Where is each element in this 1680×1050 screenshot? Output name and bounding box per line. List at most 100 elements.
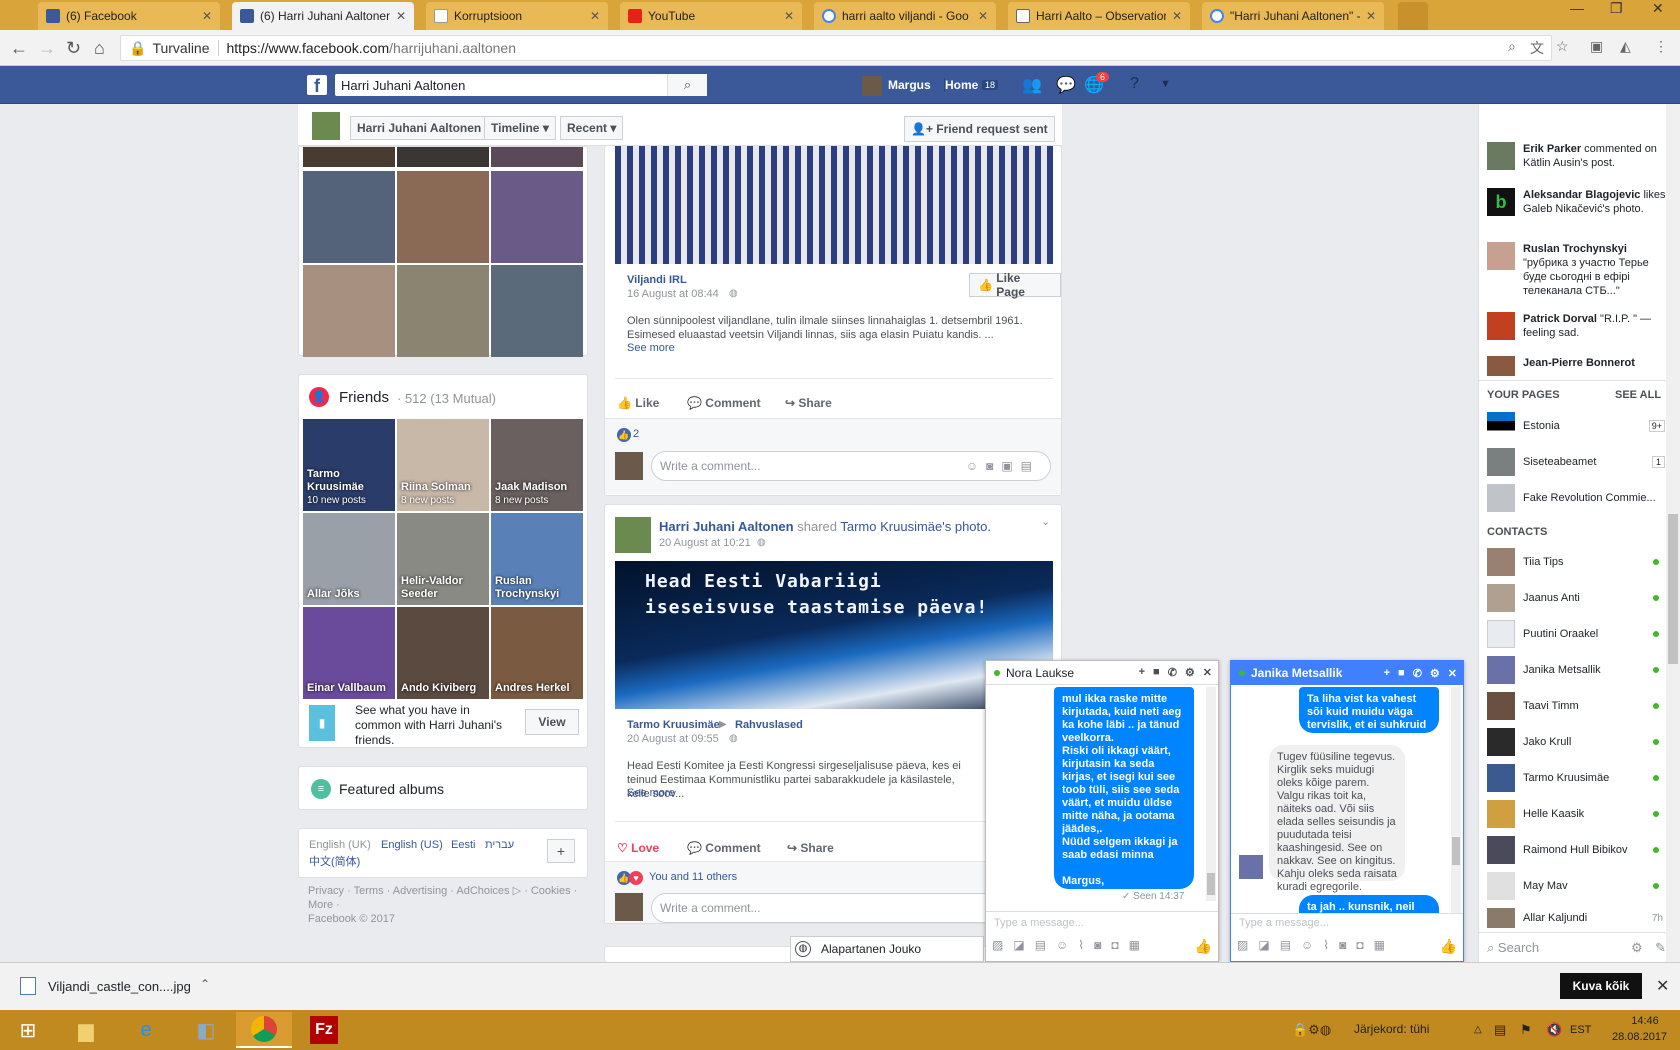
- scrollbar-thumb[interactable]: [1207, 873, 1215, 895]
- page-item-estonia[interactable]: Estonia 9+: [1487, 412, 1667, 440]
- chat-scrollbar[interactable]: [1451, 687, 1461, 913]
- tab-facebook[interactable]: (6) Facebook ✕: [38, 2, 220, 30]
- tab-korruptsioon[interactable]: Korruptsioon ✕: [426, 2, 608, 30]
- photo-thumb[interactable]: [303, 171, 395, 263]
- chat-message-input[interactable]: Type a message...: [1239, 917, 1329, 929]
- compose-icon[interactable]: ✎: [1655, 940, 1666, 956]
- calendar-icon[interactable]: ▦: [1374, 938, 1385, 955]
- photo-thumb[interactable]: [491, 147, 583, 167]
- app-icon[interactable]: ◧: [178, 1012, 234, 1048]
- footer-link[interactable]: Terms: [354, 885, 384, 897]
- ticker-item[interactable]: Jean-Pierre Bonnerot: [1487, 356, 1667, 376]
- footer-link[interactable]: AdChoices: [456, 885, 509, 897]
- facebook-search-input[interactable]: Harri Juhani Aaltonen ⌕: [335, 74, 707, 96]
- contact-item[interactable]: Allar Kaljundi 7h: [1487, 908, 1667, 928]
- post-date[interactable]: 20 August at 10:21: [659, 537, 751, 549]
- view-common-button[interactable]: View: [525, 709, 579, 735]
- avatar[interactable]: [615, 517, 651, 553]
- language-link[interactable]: English (US): [381, 839, 443, 851]
- comment-button[interactable]: 💬 Comment: [687, 841, 761, 855]
- like-page-button[interactable]: 👍 Like Page: [969, 271, 1061, 299]
- add-person-icon[interactable]: +: [1384, 667, 1390, 680]
- clock-date[interactable]: 28.08.2017: [1612, 1031, 1667, 1043]
- avatar[interactable]: [312, 112, 340, 140]
- see-more-link[interactable]: See more: [627, 342, 675, 354]
- photo-thumb[interactable]: [303, 265, 395, 357]
- attach-icon[interactable]: ⌇: [1323, 938, 1329, 955]
- extension-icon[interactable]: ▣: [1590, 38, 1603, 55]
- menu-icon[interactable]: ⋮: [1654, 38, 1668, 55]
- close-window-icon[interactable]: ✕: [1652, 0, 1664, 17]
- share-button[interactable]: ↪ Share: [785, 396, 832, 410]
- messages-icon[interactable]: 💬: [1056, 75, 1076, 95]
- photo-icon[interactable]: ▨: [992, 938, 1003, 955]
- timeline-dropdown[interactable]: Timeline ▾: [484, 116, 556, 140]
- attach-icon[interactable]: ⌇: [1078, 938, 1084, 955]
- contact-item[interactable]: Jako Krull: [1487, 728, 1667, 756]
- page-scrollbar[interactable]: [1666, 104, 1680, 962]
- account-dropdown-icon[interactable]: ▼: [1160, 78, 1171, 90]
- tab-harri-profile[interactable]: (6) Harri Juhani Aaltonen ✕: [232, 2, 414, 30]
- home-icon[interactable]: ⌂: [94, 38, 105, 59]
- see-all-pages-link[interactable]: SEE ALL: [1615, 389, 1661, 401]
- reaction-count[interactable]: You and 11 others: [649, 871, 737, 883]
- internet-explorer-icon[interactable]: e: [118, 1012, 174, 1048]
- photo-thumb[interactable]: [491, 265, 583, 357]
- game-icon[interactable]: ◙: [1339, 938, 1346, 955]
- close-icon[interactable]: ✕: [396, 9, 406, 23]
- friend-request-sent-button[interactable]: 👤+ Friend request sent: [904, 116, 1055, 142]
- friend-tile[interactable]: Jaak Madison 8 new posts: [491, 419, 583, 511]
- chat-scrollbar[interactable]: [1206, 687, 1216, 901]
- phone-icon[interactable]: ✆: [1413, 667, 1422, 680]
- friend-tile[interactable]: Ruslan Trochynskyi: [491, 513, 583, 605]
- post-author-link[interactable]: Harri Juhani Aaltonen: [659, 519, 794, 534]
- gear-icon[interactable]: ⚙: [1631, 940, 1643, 956]
- original-author-link[interactable]: Tarmo Kruusimäe: [627, 719, 720, 731]
- sticker-icon[interactable]: ◪: [1013, 938, 1024, 955]
- calendar-icon[interactable]: ▦: [1129, 938, 1140, 955]
- photo-thumb[interactable]: [397, 171, 489, 263]
- bookmark-star-icon[interactable]: ☆: [1556, 38, 1569, 55]
- ticker-item[interactable]: Patrick Dorval "R.I.P. " — feeling sad.: [1487, 312, 1667, 340]
- phone-icon[interactable]: ✆: [1168, 666, 1177, 679]
- game-icon[interactable]: ◙: [1094, 938, 1101, 955]
- profile-name-button[interactable]: Harri Juhani Aaltonen: [350, 116, 489, 140]
- contact-item[interactable]: Helle Kaasik: [1487, 800, 1667, 828]
- original-date[interactable]: 20 August at 09:55: [627, 733, 719, 745]
- close-icon[interactable]: ✕: [202, 9, 212, 23]
- footer-link[interactable]: Advertising: [393, 885, 447, 897]
- original-group-link[interactable]: Rahvuslased: [735, 719, 803, 731]
- friend-tile[interactable]: Einar Vallbaum: [303, 607, 395, 699]
- love-button[interactable]: ♡ Love: [617, 841, 659, 855]
- friend-tile[interactable]: Tarmo Kruusimäe 10 new posts: [303, 419, 395, 511]
- tray-icons[interactable]: 🔒⚙◍: [1292, 1022, 1331, 1038]
- facebook-logo-icon[interactable]: f: [307, 75, 327, 96]
- close-icon[interactable]: ✕: [1448, 667, 1457, 680]
- post-date[interactable]: 16 August at 08:44: [627, 288, 719, 300]
- ticker-item[interactable]: Ruslan Trochynskyi "рубрика з участю Тер…: [1487, 242, 1667, 298]
- contact-item[interactable]: Raimond Hull Bibikov: [1487, 836, 1667, 864]
- shared-suffix[interactable]: 's photo.: [942, 519, 991, 534]
- gear-icon[interactable]: ⚙: [1185, 666, 1195, 679]
- close-icon[interactable]: ✕: [978, 9, 988, 23]
- search-icon[interactable]: ⌕: [667, 74, 707, 96]
- comment-button[interactable]: 💬 Comment: [687, 396, 761, 410]
- contact-item[interactable]: Puutini Oraakel: [1487, 620, 1667, 648]
- minimized-chat-tab[interactable]: ◍ Alapartanen Jouko: [790, 936, 984, 962]
- file-explorer-icon[interactable]: ▆: [58, 1012, 114, 1048]
- friend-tile[interactable]: Allar Jõks: [303, 513, 395, 605]
- input-language[interactable]: EST: [1570, 1024, 1591, 1036]
- like-button[interactable]: 👍 Like: [617, 396, 659, 410]
- filezilla-icon[interactable]: Fz: [296, 1012, 352, 1048]
- url-input[interactable]: 🔒 Turvaline https://www.facebook.com /ha…: [120, 35, 1552, 61]
- clock-time[interactable]: 14:46: [1620, 1015, 1670, 1027]
- close-icon[interactable]: ✕: [1656, 976, 1669, 996]
- close-icon[interactable]: ✕: [1172, 9, 1182, 23]
- add-language-button[interactable]: +: [547, 839, 575, 863]
- gear-icon[interactable]: ⚙: [1430, 667, 1440, 680]
- chat-message-input[interactable]: Type a message...: [994, 917, 1084, 929]
- gif-icon[interactable]: ▤: [1035, 938, 1046, 955]
- close-icon[interactable]: ✕: [784, 9, 794, 23]
- help-icon[interactable]: ?: [1130, 75, 1139, 93]
- shared-from-link[interactable]: Tarmo Kruusimäe: [840, 519, 942, 534]
